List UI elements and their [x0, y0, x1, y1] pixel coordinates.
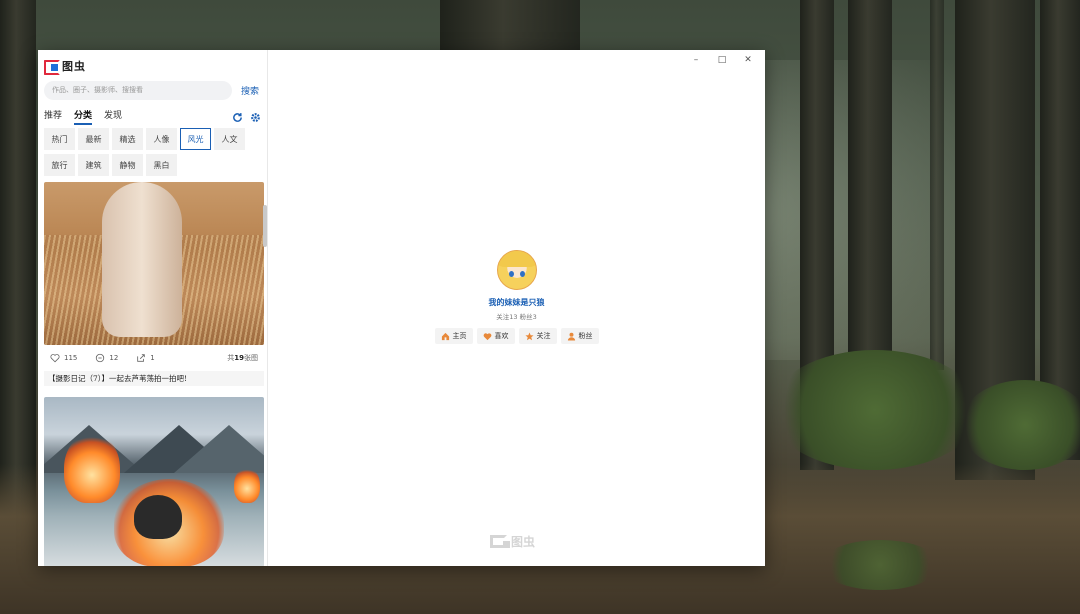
following-button[interactable]: 关注 [518, 328, 557, 344]
minimize-button[interactable]: – [683, 53, 709, 67]
comment-icon [96, 353, 105, 363]
post-stats: 115 12 1 共19张图 [44, 345, 264, 371]
category-landscape[interactable]: 风光 [180, 128, 211, 150]
category-portrait[interactable]: 人像 [146, 128, 177, 150]
category-chips: 热门 最新 精选 人像 风光 人文 旅行 建筑 静物 黑白 [38, 126, 267, 176]
follow-stats: 关注13 粉丝3 [496, 313, 537, 321]
window-controls: – □ ✕ [683, 53, 761, 67]
category-latest[interactable]: 最新 [78, 128, 109, 150]
comment-count: 12 [109, 354, 119, 362]
app-watermark: 图虫 [490, 533, 535, 550]
tab-discover[interactable]: 发现 [104, 108, 122, 121]
likes-button[interactable]: 喜欢 [476, 328, 515, 344]
share-icon [137, 354, 146, 362]
search-bar: 搜索 [38, 80, 267, 100]
maximize-button[interactable]: □ [709, 53, 735, 67]
share-count: 1 [150, 354, 155, 362]
profile-actions: 主页 喜欢 关注 粉丝 [268, 328, 765, 344]
app-logo: 图虫 [38, 53, 267, 79]
category-black-white[interactable]: 黑白 [146, 154, 177, 176]
like-stat[interactable]: 115 [50, 353, 77, 363]
watermark-text: 图虫 [511, 535, 536, 549]
category-still-life[interactable]: 静物 [112, 154, 143, 176]
like-count: 115 [64, 354, 78, 362]
photo-feed: 115 12 1 共19张图 【摄影日记（7）】一起去芦苇荡拍一拍吧! [44, 182, 264, 566]
category-architecture[interactable]: 建筑 [78, 154, 109, 176]
tab-bar: 推荐 分类 发现 [38, 102, 267, 126]
heart-outline-icon [50, 354, 60, 363]
category-humanities[interactable]: 人文 [214, 128, 245, 150]
heart-icon [483, 332, 491, 340]
refresh-icon[interactable] [232, 108, 243, 122]
feed-scrollbar[interactable] [263, 205, 267, 247]
comment-stat[interactable]: 12 [95, 353, 118, 363]
share-stat[interactable]: 1 [136, 353, 155, 363]
post-caption[interactable]: 【摄影日记（7）】一起去芦苇荡拍一拍吧! [44, 371, 264, 386]
category-hot[interactable]: 热门 [44, 128, 75, 150]
feed-photo[interactable] [44, 182, 264, 345]
user-profile-card: 我的妹妹是只狼 关注13 粉丝3 主页 喜欢 关注 粉丝 [268, 250, 765, 344]
category-featured[interactable]: 精选 [112, 128, 143, 150]
logo-text: 图虫 [62, 60, 86, 73]
category-travel[interactable]: 旅行 [44, 154, 75, 176]
tab-recommend[interactable]: 推荐 [44, 108, 62, 121]
app-window: 图虫 搜索 推荐 分类 发现 热门 最新 精选 人像 风光 [38, 50, 765, 566]
photo-count: 共19张图 [227, 354, 258, 362]
settings-icon[interactable] [250, 108, 261, 122]
search-input[interactable] [44, 80, 232, 100]
homepage-button[interactable]: 主页 [434, 328, 473, 344]
star-icon [524, 332, 534, 340]
left-panel: 图虫 搜索 推荐 分类 发现 热门 最新 精选 人像 风光 [38, 50, 268, 566]
watermark-logo-icon [490, 535, 510, 548]
person-icon [567, 332, 575, 341]
close-button[interactable]: ✕ [735, 53, 761, 67]
username[interactable]: 我的妹妹是只狼 [268, 297, 765, 308]
search-button[interactable]: 搜索 [241, 84, 259, 97]
feed-photo[interactable] [44, 397, 264, 566]
home-icon [441, 332, 449, 340]
tab-category[interactable]: 分类 [74, 108, 93, 125]
followers-button[interactable]: 粉丝 [560, 328, 599, 344]
logo-icon [44, 60, 60, 75]
avatar[interactable] [496, 250, 537, 290]
profile-panel: – □ ✕ 我的妹妹是只狼 关注13 粉丝3 主页 喜欢 关注 粉丝 图虫 [268, 50, 765, 566]
